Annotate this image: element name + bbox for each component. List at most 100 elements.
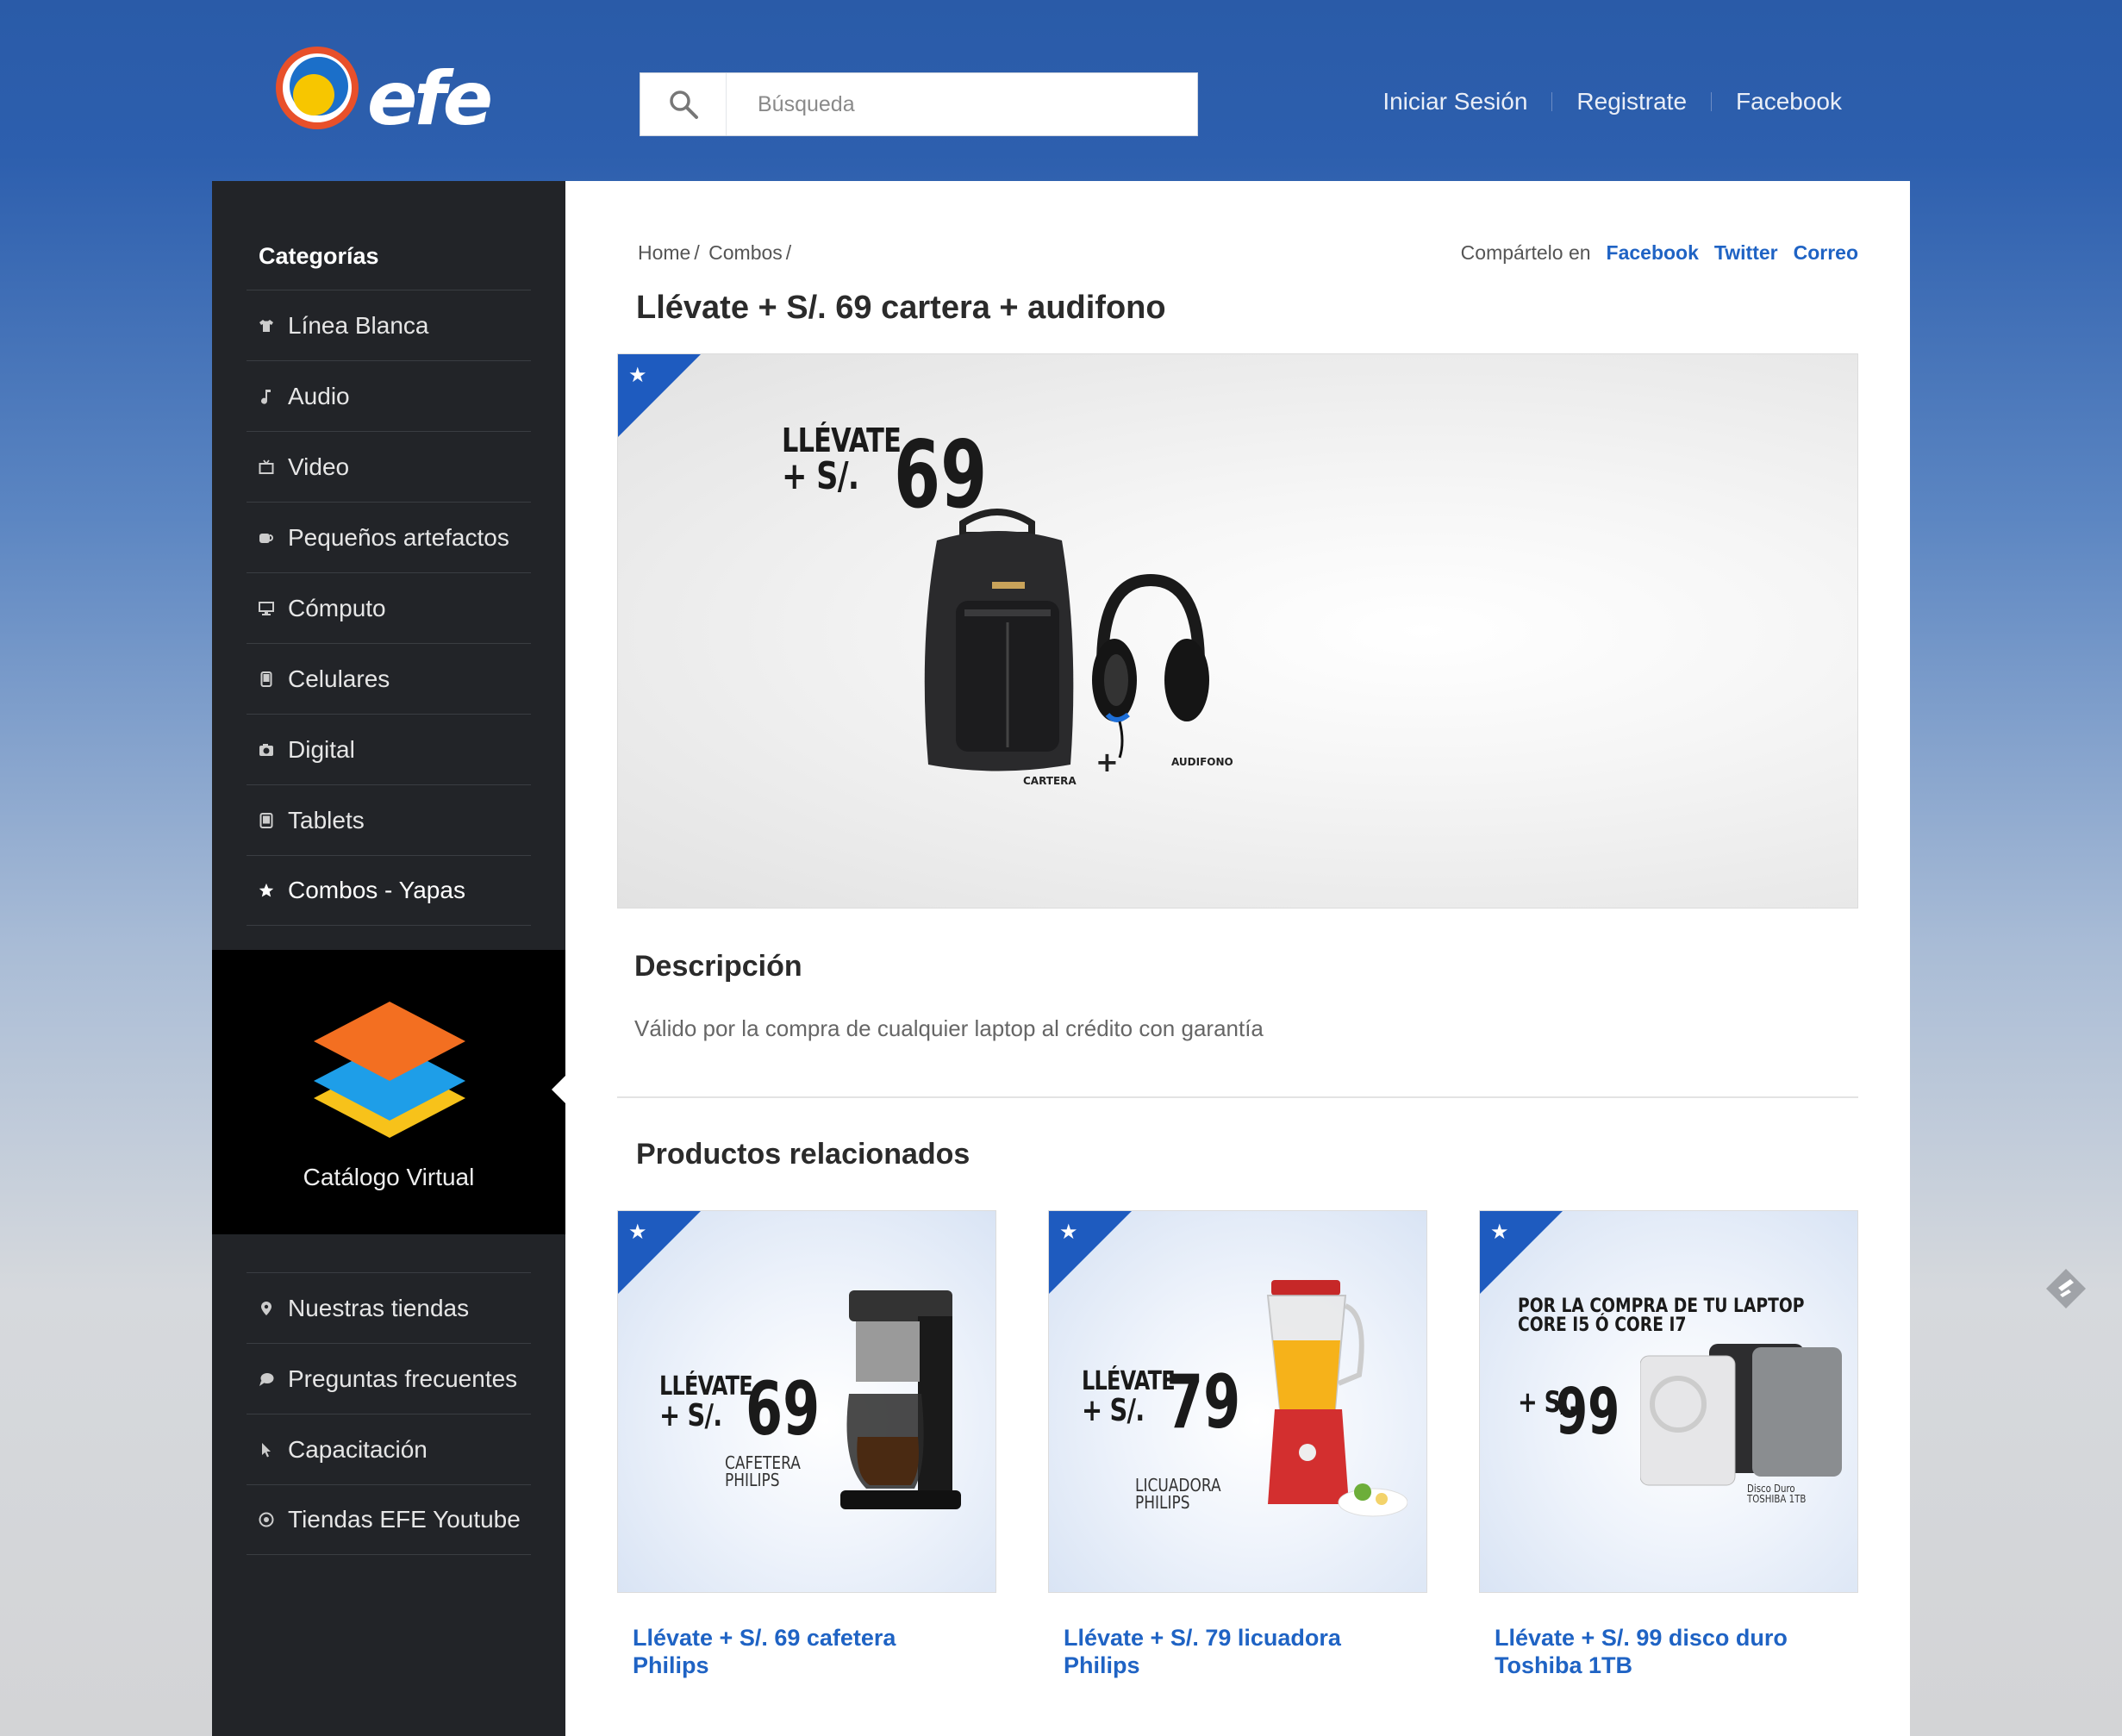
register-link[interactable]: Registrate xyxy=(1576,88,1687,116)
sidebar-item-label: Tablets xyxy=(288,806,365,834)
related-product-image[interactable]: ★ LLÉVATE + S/. 69 CAFETERA PHILIPS xyxy=(617,1210,996,1593)
description-text: Válido por la compra de cualquier laptop… xyxy=(634,1015,1264,1041)
plus-label: + xyxy=(1095,746,1119,778)
shirt-icon xyxy=(259,318,274,334)
item1-label: CARTERA xyxy=(1023,775,1077,787)
related-product-image[interactable]: ★ POR LA COMPRA DE TU LAPTOP CORE I5 Ó C… xyxy=(1479,1210,1858,1593)
related-product-title[interactable]: Llévate + S/. 69 cafetera Philips xyxy=(617,1624,962,1679)
related-product-card[interactable]: ★ LLÉVATE + S/. 79 LICUADORA PHILIPS Llé… xyxy=(1048,1210,1427,1679)
hero-promo: LLÉVATE + S/. 69 xyxy=(782,422,987,529)
sidebar-item-audio[interactable]: Audio xyxy=(247,360,531,431)
star-icon: ★ xyxy=(1059,1221,1078,1244)
feedback-icon[interactable] xyxy=(2044,1267,2088,1314)
card-promo: LLÉVATE + S/. 69 xyxy=(659,1366,820,1452)
main-content: Home / Combos / Compártelo en Facebook Twi… xyxy=(565,181,1910,1736)
share-email-link[interactable]: Correo xyxy=(1794,241,1858,265)
star-icon xyxy=(259,882,274,899)
sidebar-item-nuestras-tiendas[interactable]: Nuestras tiendas xyxy=(247,1272,531,1343)
sidebar-item-label: Línea Blanca xyxy=(288,311,429,339)
breadcrumb-separator: / xyxy=(785,241,792,264)
nav-divider xyxy=(1711,92,1713,111)
star-icon: ★ xyxy=(628,364,647,387)
sub-line1: CAFETERA xyxy=(725,1452,801,1473)
share-label: Compártelo en xyxy=(1460,241,1591,264)
sidebar-item-preguntas-frecuentes[interactable]: Preguntas frecuentes xyxy=(247,1343,531,1414)
related-product-title[interactable]: Llévate + S/. 99 disco duro Toshiba 1TB xyxy=(1479,1624,1824,1679)
sidebar-item-label: Tiendas EFE Youtube xyxy=(288,1506,521,1533)
sidebar-item-celulares[interactable]: Celulares xyxy=(247,643,531,714)
play-circle-icon xyxy=(259,1512,274,1527)
related-product-title[interactable]: Llévate + S/. 79 licuadora Philips xyxy=(1048,1624,1393,1679)
nav-divider xyxy=(1551,92,1553,111)
header-line1: POR LA COMPRA DE TU LAPTOP xyxy=(1518,1296,1805,1317)
header-line2: CORE I5 Ó CORE I7 xyxy=(1518,1314,1687,1336)
related-title: Productos relacionados xyxy=(636,1138,971,1171)
active-pointer xyxy=(552,1076,565,1103)
share-facebook-link[interactable]: Facebook xyxy=(1607,241,1699,265)
breadcrumb: Home / Combos / xyxy=(638,241,795,265)
sidebar-item-label: Video xyxy=(288,453,350,480)
sidebar-item-label: Audio xyxy=(288,382,350,409)
divider xyxy=(617,1096,1858,1098)
card-promo: + S/. 99 xyxy=(1518,1375,1620,1449)
search-input[interactable] xyxy=(727,73,1197,135)
promo-line1: LLÉVATE xyxy=(1082,1366,1176,1396)
search-bar xyxy=(640,72,1198,136)
sub-line1: LICUADORA xyxy=(1135,1475,1221,1496)
sidebar-item-label: Preguntas frecuentes xyxy=(288,1364,518,1392)
star-icon: ★ xyxy=(628,1221,647,1244)
sidebar-item-tablets[interactable]: Tablets xyxy=(247,784,531,855)
related-product-card[interactable]: ★ LLÉVATE + S/. 69 CAFETERA PHILIPS Llév… xyxy=(617,1210,996,1679)
promo-line2: + S/. xyxy=(782,454,859,498)
related-product-card[interactable]: ★ POR LA COMPRA DE TU LAPTOP CORE I5 Ó C… xyxy=(1479,1210,1858,1679)
breadcrumb-home[interactable]: Home xyxy=(638,241,690,264)
top-nav: Iniciar Sesión Registrate Facebook xyxy=(1382,88,1842,116)
music-note-icon xyxy=(259,388,274,405)
info-links: Nuestras tiendas Preguntas frecuentes Ca… xyxy=(247,1272,531,1555)
sidebar-item-label: Digital xyxy=(288,735,355,763)
sidebar-item-computo[interactable]: Cómputo xyxy=(247,572,531,643)
efe-logo[interactable]: efe xyxy=(272,45,505,142)
share-twitter-link[interactable]: Twitter xyxy=(1714,241,1778,265)
headphones-image xyxy=(1092,573,1209,759)
facebook-link[interactable]: Facebook xyxy=(1736,88,1842,116)
sidebar-item-label: Combos - Yapas xyxy=(288,877,465,903)
promo-line2: + S/. xyxy=(659,1398,722,1433)
sidebar-item-capacitacion[interactable]: Capacitación xyxy=(247,1414,531,1484)
sidebar-item-pequenos-artefactos[interactable]: Pequeños artefactos xyxy=(247,502,531,572)
breadcrumb-separator: / xyxy=(694,241,700,264)
cursor-icon xyxy=(259,1442,274,1458)
description-title: Descripción xyxy=(634,950,802,983)
login-link[interactable]: Iniciar Sesión xyxy=(1382,88,1527,116)
promo-price: 99 xyxy=(1556,1375,1620,1449)
product-hero-image: ★ LLÉVATE + S/. 69 CARTERA + AUDIFONO xyxy=(617,353,1858,909)
backpack-image xyxy=(924,509,1074,771)
sidebar-item-label: Celulares xyxy=(288,665,390,692)
card-header: POR LA COMPRA DE TU LAPTOP CORE I5 Ó COR… xyxy=(1518,1297,1804,1335)
virtual-catalog[interactable]: Catálogo Virtual xyxy=(212,950,565,1234)
sidebar-item-label: Cómputo xyxy=(288,594,386,621)
promo-line2: + S/. xyxy=(1082,1393,1145,1428)
categories-title: Categorías xyxy=(259,243,379,269)
camera-icon xyxy=(259,743,274,757)
sidebar-item-digital[interactable]: Digital xyxy=(247,714,531,784)
sidebar-item-label: Nuestras tiendas xyxy=(288,1294,470,1321)
sidebar-item-combos-yapas[interactable]: Combos - Yapas xyxy=(247,855,531,926)
sidebar-item-video[interactable]: Video xyxy=(247,431,531,502)
search-button[interactable] xyxy=(640,73,727,135)
map-pin-icon xyxy=(259,1301,274,1316)
sidebar-item-tiendas-efe-youtube[interactable]: Tiendas EFE Youtube xyxy=(247,1484,531,1555)
tablet-icon xyxy=(259,812,274,828)
category-list: Línea Blanca Audio Video Pequeños artefa… xyxy=(247,290,531,926)
related-product-image[interactable]: ★ LLÉVATE + S/. 79 LICUADORA PHILIPS xyxy=(1048,1210,1427,1593)
breadcrumb-combos[interactable]: Combos xyxy=(708,241,783,264)
tv-icon xyxy=(259,459,274,475)
promo-line1: LLÉVATE xyxy=(659,1371,753,1402)
sub-line2: PHILIPS xyxy=(1135,1492,1190,1513)
sidebar-item-label: Pequeños artefactos xyxy=(288,523,509,551)
sidebar: Categorías Línea Blanca Audio Video Pequ… xyxy=(212,181,565,1736)
sub-line2: TOSHIBA 1TB xyxy=(1747,1493,1807,1505)
card-subtitle: LICUADORA PHILIPS xyxy=(1135,1477,1221,1511)
share-bar: Compártelo en Facebook Twitter Correo xyxy=(1461,241,1858,265)
sidebar-item-linea-blanca[interactable]: Línea Blanca xyxy=(247,290,531,360)
